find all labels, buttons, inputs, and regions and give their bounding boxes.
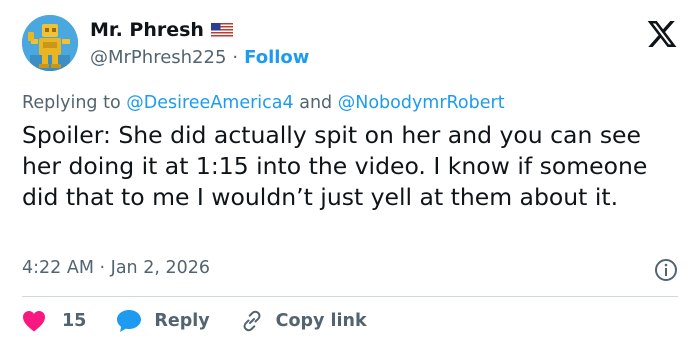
replying-to: Replying to @DesireeAmerica4 and @Nobody… (22, 93, 505, 113)
author-name-row: Mr. Phresh (90, 19, 234, 41)
x-logo-icon[interactable] (646, 18, 678, 50)
copy-link-label: Copy link (275, 311, 367, 331)
tweet-timestamp[interactable]: 4:22 AM · Jan 2, 2026 (22, 258, 210, 278)
tweet-text: Spoiler: She did actually spit on her an… (22, 121, 648, 211)
replying-to-prefix: Replying to (22, 93, 121, 113)
like-button[interactable]: 15 (22, 310, 116, 332)
robot-avatar-icon (22, 15, 78, 71)
copy-link-button[interactable]: Copy link (240, 309, 367, 333)
reply-label: Reply (154, 311, 210, 331)
info-icon[interactable] (654, 258, 678, 282)
author-handle[interactable]: @MrPhresh225 (90, 47, 226, 68)
author-handle-row: @MrPhresh225 · Follow (90, 47, 309, 68)
mention-link[interactable]: @NobodymrRobert (338, 93, 505, 113)
timestamp-separator: · (99, 258, 106, 278)
like-count: 15 (62, 311, 87, 331)
tweet-time: 4:22 AM (22, 258, 94, 278)
reply-bubble-icon (117, 310, 142, 332)
mention-link[interactable]: @DesireeAmerica4 (126, 93, 293, 113)
author-name[interactable]: Mr. Phresh (90, 19, 204, 41)
replying-to-conjunction: and (299, 93, 333, 113)
us-flag-icon (210, 22, 234, 38)
avatar[interactable] (22, 15, 78, 71)
tweet-date: Jan 2, 2026 (110, 258, 211, 278)
divider (22, 296, 678, 297)
heart-icon (23, 311, 45, 332)
link-icon (243, 310, 261, 332)
handle-separator: · (232, 47, 239, 68)
follow-button[interactable]: Follow (244, 47, 309, 68)
action-bar: 15 Reply Copy link (22, 305, 367, 337)
reply-button[interactable]: Reply (116, 309, 239, 333)
